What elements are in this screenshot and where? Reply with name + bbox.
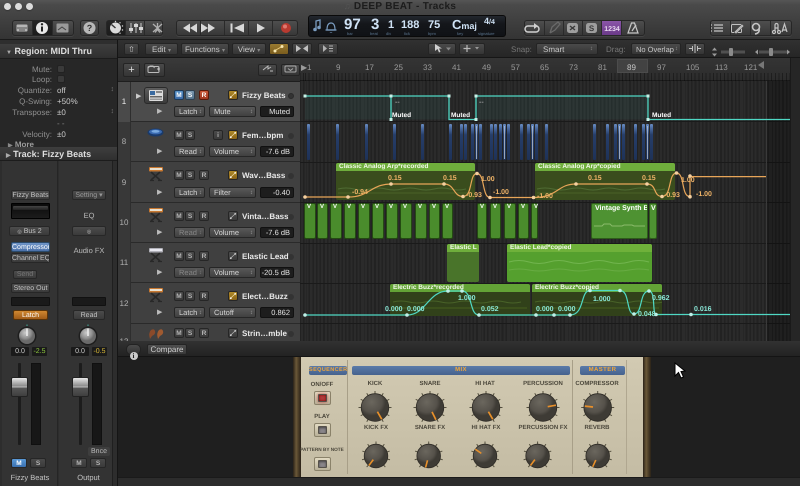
svg-text:S: S: [589, 24, 595, 33]
svg-text:?: ?: [87, 23, 93, 33]
svg-text:1234: 1234: [604, 26, 620, 33]
